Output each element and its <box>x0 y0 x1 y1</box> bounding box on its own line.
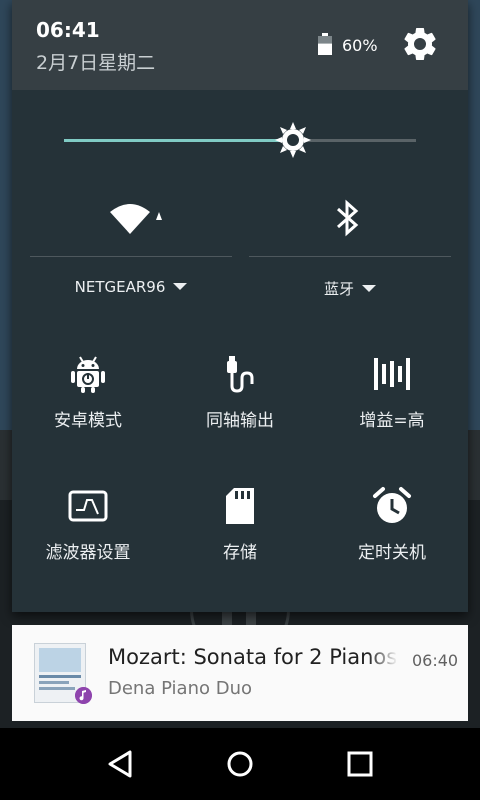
back-icon[interactable] <box>100 744 140 784</box>
music-note-icon <box>75 687 92 704</box>
tile-label: 存储 <box>223 543 257 563</box>
home-icon[interactable] <box>220 744 260 784</box>
tile-timed-shutdown[interactable]: 定时关机 <box>316 476 468 586</box>
tile-gain[interactable]: 增益=高 <box>316 344 468 454</box>
bluetooth-label: 蓝牙 <box>323 280 354 298</box>
bluetooth-divider <box>249 256 451 257</box>
brightness-sun-icon[interactable] <box>275 122 311 158</box>
coaxial-icon <box>227 356 254 393</box>
tile-android-mode[interactable]: 安卓模式 <box>12 344 164 454</box>
wifi-network-dropdown[interactable]: NETGEAR96 <box>30 278 232 296</box>
tile-coaxial-output[interactable]: 同轴输出 <box>164 344 316 454</box>
tile-label: 增益=高 <box>359 411 425 431</box>
sd-card-icon <box>226 488 254 524</box>
brightness-track-empty <box>293 139 416 142</box>
battery-icon <box>318 33 332 55</box>
track-title: Mozart: Sonata for 2 Pianos <box>108 645 398 669</box>
date: 2月7日星期二 <box>36 52 156 74</box>
wifi-network-name: NETGEAR96 <box>74 278 166 296</box>
quick-settings-panel: 06:41 2月7日星期二 60% NETGEAR96 蓝牙 安卓模式 同轴输出… <box>12 0 468 612</box>
battery-percent: 60% <box>342 36 378 55</box>
clock: 06:41 <box>36 18 100 42</box>
settings-gear-icon[interactable] <box>400 24 440 64</box>
tile-label: 安卓模式 <box>54 411 122 431</box>
media-notification[interactable]: Mozart: Sonata for 2 Pianos Dena Piano D… <box>12 625 468 721</box>
recent-apps-icon[interactable] <box>340 744 380 784</box>
navigation-bar <box>0 728 480 800</box>
wifi-icon <box>110 204 162 234</box>
tile-filter-settings[interactable]: 滤波器设置 <box>12 476 164 586</box>
filter-icon <box>68 490 108 522</box>
track-artist: Dena Piano Duo <box>108 678 253 699</box>
tile-label: 定时关机 <box>358 543 426 563</box>
wifi-divider <box>30 256 232 257</box>
brightness-slider[interactable] <box>64 120 416 160</box>
tile-storage[interactable]: 存储 <box>164 476 316 586</box>
notification-time: 06:40 <box>412 651 459 670</box>
bluetooth-dropdown[interactable]: 蓝牙 <box>249 278 451 299</box>
tile-label: 同轴输出 <box>206 411 274 431</box>
android-icon <box>71 356 105 393</box>
gain-icon <box>374 358 410 390</box>
tile-label: 滤波器设置 <box>45 543 131 563</box>
shade-header: 06:41 2月7日星期二 60% <box>12 0 468 90</box>
chevron-down-icon <box>362 284 376 292</box>
bluetooth-icon <box>337 199 359 237</box>
brightness-track-filled <box>64 139 293 142</box>
wifi-toggle[interactable]: NETGEAR96 <box>30 190 232 310</box>
alarm-icon <box>373 487 411 523</box>
bluetooth-toggle[interactable]: 蓝牙 <box>249 190 451 310</box>
chevron-down-icon <box>173 282 188 290</box>
